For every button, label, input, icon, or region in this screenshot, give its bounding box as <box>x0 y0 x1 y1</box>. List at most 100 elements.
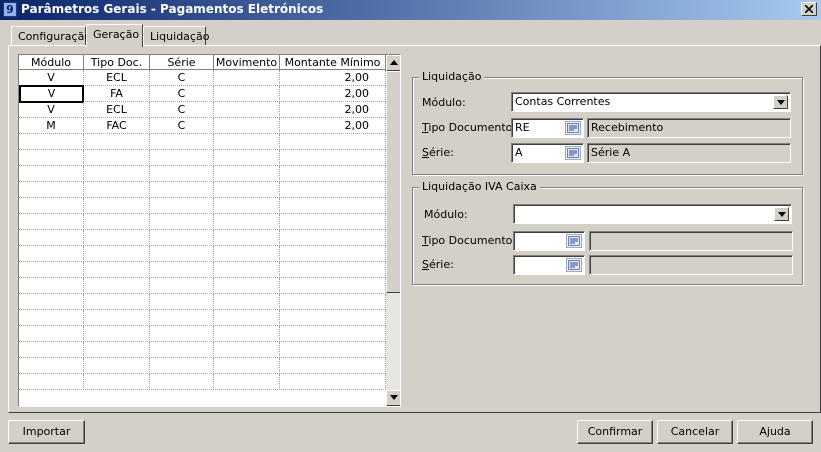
table-cell-serie[interactable] <box>150 374 214 390</box>
table-cell-modulo[interactable] <box>19 150 84 166</box>
table-cell-serie[interactable]: C <box>150 86 214 102</box>
tipo-documento-input[interactable]: RE <box>511 118 584 138</box>
table-cell-movimento[interactable] <box>214 262 280 278</box>
table-cell-montante[interactable] <box>280 310 386 326</box>
table-cell-tipo[interactable] <box>84 214 150 230</box>
table-cell-tipo[interactable] <box>84 230 150 246</box>
table-row[interactable] <box>19 214 386 230</box>
table-cell-montante[interactable] <box>280 374 386 390</box>
table-row[interactable] <box>19 262 386 278</box>
table-cell-modulo[interactable] <box>19 374 84 390</box>
importar-button[interactable]: Importar <box>8 420 85 444</box>
table-cell-serie[interactable] <box>150 262 214 278</box>
table-cell-tipo[interactable] <box>84 278 150 294</box>
table-cell-serie[interactable] <box>150 278 214 294</box>
table-row[interactable] <box>19 166 386 182</box>
table-cell-montante[interactable] <box>280 230 386 246</box>
iva-modulo-dropdown-button[interactable] <box>774 207 789 221</box>
serie-input[interactable]: A <box>511 143 584 163</box>
iva-serie-lookup-button[interactable] <box>566 258 582 272</box>
iva-tipo-documento-lookup-button[interactable] <box>566 234 582 248</box>
cancelar-button[interactable]: Cancelar <box>657 420 733 444</box>
iva-tipo-documento-input[interactable] <box>513 231 585 251</box>
iva-serie-input[interactable] <box>513 255 585 275</box>
table-row[interactable] <box>19 150 386 166</box>
table-cell-movimento[interactable] <box>214 294 280 310</box>
table-cell-montante[interactable]: 2,00 <box>280 118 386 134</box>
table-cell-modulo[interactable] <box>19 278 84 294</box>
table-cell-montante[interactable] <box>280 134 386 150</box>
table-cell-tipo[interactable] <box>84 134 150 150</box>
table-cell-movimento[interactable] <box>214 278 280 294</box>
table-cell-modulo[interactable]: V <box>19 85 84 103</box>
table-cell-serie[interactable] <box>150 182 214 198</box>
table-row[interactable] <box>19 294 386 310</box>
column-header-modulo[interactable]: Módulo <box>19 55 84 70</box>
table-cell-modulo[interactable] <box>19 358 84 374</box>
table-cell-modulo[interactable] <box>19 230 84 246</box>
table-cell-modulo[interactable] <box>19 166 84 182</box>
table-cell-montante[interactable] <box>280 294 386 310</box>
tipo-documento-lookup-button[interactable] <box>565 121 581 135</box>
table-cell-movimento[interactable] <box>214 150 280 166</box>
table-cell-tipo[interactable]: ECL <box>84 102 150 118</box>
table-cell-movimento[interactable] <box>214 326 280 342</box>
table-cell-montante[interactable]: 2,00 <box>280 70 386 86</box>
table-cell-montante[interactable] <box>280 342 386 358</box>
table-cell-serie[interactable] <box>150 246 214 262</box>
table-cell-movimento[interactable] <box>214 134 280 150</box>
table-row[interactable] <box>19 342 386 358</box>
table-row[interactable] <box>19 198 386 214</box>
table-cell-serie[interactable] <box>150 214 214 230</box>
table-row[interactable]: V FA C 2,00 <box>19 85 386 103</box>
table-cell-modulo[interactable] <box>19 326 84 342</box>
table-cell-tipo[interactable] <box>84 294 150 310</box>
column-header-tipo-doc[interactable]: Tipo Doc. <box>84 55 150 70</box>
table-cell-montante[interactable] <box>280 198 386 214</box>
table-row[interactable]: V ECL C 2,00 <box>19 102 386 118</box>
table-cell-serie[interactable]: C <box>150 70 214 86</box>
table-row[interactable]: V ECL C 2,00 <box>19 70 386 86</box>
table-cell-tipo[interactable] <box>84 310 150 326</box>
table-cell-movimento[interactable] <box>214 358 280 374</box>
table-row[interactable] <box>19 374 386 390</box>
modulo-select[interactable]: Contas Correntes <box>511 92 791 112</box>
table-cell-modulo[interactable] <box>19 294 84 310</box>
table-cell-serie[interactable] <box>150 294 214 310</box>
table-row[interactable] <box>19 278 386 294</box>
table-cell-movimento[interactable] <box>214 374 280 390</box>
table-cell-modulo[interactable]: V <box>19 102 84 118</box>
table-row[interactable] <box>19 326 386 342</box>
document-grid[interactable]: Módulo Tipo Doc. Série Movimento Montant… <box>18 54 401 407</box>
scroll-thumb[interactable] <box>386 71 400 293</box>
app-icon[interactable]: 9 <box>3 2 17 17</box>
table-cell-serie[interactable] <box>150 150 214 166</box>
table-row[interactable] <box>19 134 386 150</box>
table-cell-serie[interactable] <box>150 166 214 182</box>
table-cell-modulo[interactable] <box>19 214 84 230</box>
table-cell-serie[interactable] <box>150 230 214 246</box>
table-cell-tipo[interactable]: FAC <box>84 118 150 134</box>
table-cell-tipo[interactable] <box>84 182 150 198</box>
table-cell-modulo[interactable] <box>19 342 84 358</box>
tab-configuracao[interactable]: Configuração <box>11 26 91 46</box>
table-cell-movimento[interactable] <box>214 166 280 182</box>
tab-liquidacao[interactable]: Liquidação <box>143 26 209 46</box>
table-cell-modulo[interactable] <box>19 182 84 198</box>
table-row[interactable]: M FAC C 2,00 <box>19 118 386 134</box>
table-cell-serie[interactable] <box>150 326 214 342</box>
close-button[interactable] <box>801 2 817 16</box>
table-cell-montante[interactable] <box>280 214 386 230</box>
table-cell-movimento[interactable] <box>214 102 280 118</box>
column-header-movimento[interactable]: Movimento <box>214 55 280 70</box>
table-cell-modulo[interactable]: V <box>19 70 84 86</box>
table-cell-movimento[interactable] <box>214 70 280 86</box>
table-cell-montante[interactable] <box>280 182 386 198</box>
table-cell-movimento[interactable] <box>214 198 280 214</box>
table-cell-movimento[interactable] <box>214 310 280 326</box>
grid-vertical-scrollbar[interactable] <box>386 55 400 406</box>
table-cell-serie[interactable] <box>150 198 214 214</box>
table-cell-movimento[interactable] <box>214 118 280 134</box>
ajuda-button[interactable]: Ajuda <box>737 420 813 444</box>
table-cell-serie[interactable] <box>150 134 214 150</box>
